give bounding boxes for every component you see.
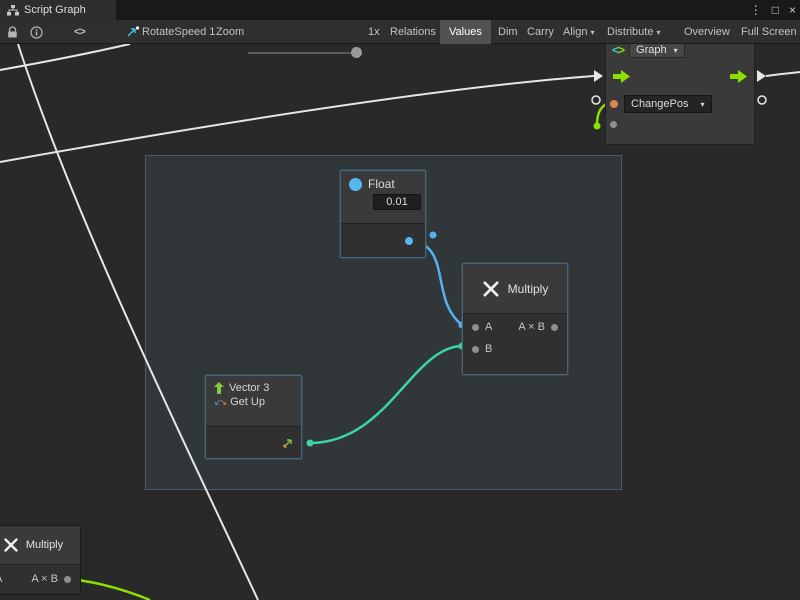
toolbar-button-align[interactable]: Align▾ bbox=[563, 20, 594, 44]
window-title: Script Graph bbox=[24, 4, 86, 16]
port-label: A bbox=[485, 321, 492, 333]
node-title: Vector 3 bbox=[229, 382, 269, 394]
graph-icon bbox=[7, 5, 19, 16]
visual-scripting-icon: <> bbox=[612, 43, 624, 57]
flow-arrow-icon bbox=[730, 70, 747, 83]
maximize-button[interactable]: □ bbox=[772, 3, 779, 17]
toolbar: <> RotateSpeed 1 Zoom 1x Relations Value… bbox=[0, 20, 800, 44]
machine-icon bbox=[126, 20, 140, 44]
float-output-port[interactable] bbox=[405, 237, 413, 245]
chevron-down-icon: ▾ bbox=[674, 46, 678, 55]
multiply-output-port[interactable] bbox=[551, 324, 558, 331]
port-label: A bbox=[0, 573, 2, 585]
toolbar-button-fullscreen[interactable]: Full Screen bbox=[741, 20, 797, 44]
node-title: Multiply bbox=[26, 539, 63, 551]
up-arrow-icon bbox=[214, 382, 224, 394]
toolbar-button-overview[interactable]: Overview bbox=[684, 20, 730, 44]
transform-arrows-icon: ↙↘ bbox=[214, 398, 225, 407]
toolbar-button-carry[interactable]: Carry bbox=[527, 20, 554, 44]
port-label: A × B bbox=[31, 573, 58, 585]
vector-output-port[interactable] bbox=[281, 437, 293, 455]
node-vector3-get-up[interactable]: Vector 3 ↙↘ Get Up bbox=[205, 375, 302, 459]
node-multiply[interactable]: Multiply A A × B B bbox=[462, 263, 568, 375]
unity-script-graph-window: { "colors": { "wire_white": "#e6e6e6", "… bbox=[0, 0, 800, 600]
extra-port[interactable] bbox=[610, 121, 617, 128]
float-type-icon bbox=[349, 178, 362, 191]
tab-script-graph[interactable]: Script Graph bbox=[0, 0, 116, 20]
zoom-value: 1x bbox=[368, 20, 380, 44]
port-label: A × B bbox=[518, 321, 545, 333]
titlebar: Script Graph ⋮ □ × bbox=[0, 0, 800, 20]
info-icon bbox=[30, 26, 43, 39]
node-title: Multiply bbox=[508, 282, 549, 296]
graph-dropdown[interactable]: Graph ▾ bbox=[629, 42, 685, 58]
multiply-icon bbox=[482, 280, 500, 298]
toolbar-button-values[interactable]: Values bbox=[440, 20, 491, 44]
float-value-input[interactable]: 0.01 bbox=[373, 194, 421, 210]
node-multiply-partial[interactable]: Multiply A A × B bbox=[0, 525, 81, 595]
lock-icon bbox=[7, 26, 18, 39]
zoom-label: Zoom bbox=[216, 20, 244, 44]
lock-button[interactable] bbox=[7, 20, 18, 44]
toolbar-button-relations[interactable]: Relations bbox=[390, 20, 436, 44]
flow-input-port[interactable] bbox=[613, 70, 630, 88]
code-button[interactable]: <> bbox=[74, 20, 85, 44]
info-button[interactable] bbox=[30, 20, 43, 44]
multiply2-output-port[interactable] bbox=[64, 576, 71, 583]
more-button[interactable]: ⋮ bbox=[750, 3, 762, 17]
toolbar-button-distribute[interactable]: Distribute▾ bbox=[607, 20, 660, 44]
changepos-dropdown[interactable]: ChangePos ▾ bbox=[624, 95, 712, 113]
graph-node-panel[interactable]: <> Graph ▾ ChangePos ▾ bbox=[605, 38, 755, 145]
chevron-down-icon: ▾ bbox=[656, 28, 660, 37]
flow-output-port[interactable] bbox=[730, 70, 747, 88]
chevron-down-icon: ▾ bbox=[590, 28, 594, 37]
changepos-input-port[interactable] bbox=[610, 100, 618, 108]
diagonal-arrow-icon bbox=[281, 438, 293, 450]
flow-arrow-icon bbox=[613, 70, 630, 83]
chevron-down-icon: ▾ bbox=[701, 100, 705, 109]
multiply-input-b-port[interactable] bbox=[472, 346, 479, 353]
machine-label[interactable]: RotateSpeed 1 bbox=[142, 20, 215, 44]
toolbar-button-dim[interactable]: Dim bbox=[498, 20, 518, 44]
close-button[interactable]: × bbox=[789, 3, 796, 17]
node-title: Float bbox=[368, 177, 395, 191]
zoom-slider-handle[interactable] bbox=[351, 47, 362, 58]
multiply-icon bbox=[3, 537, 19, 553]
multiply-input-a-port[interactable] bbox=[472, 324, 479, 331]
node-subtitle: Get Up bbox=[230, 396, 265, 408]
code-icon: <> bbox=[74, 26, 85, 38]
zoom-slider[interactable] bbox=[248, 52, 362, 54]
node-float[interactable]: Float 0.01 bbox=[340, 170, 426, 258]
port-label: B bbox=[485, 343, 492, 355]
